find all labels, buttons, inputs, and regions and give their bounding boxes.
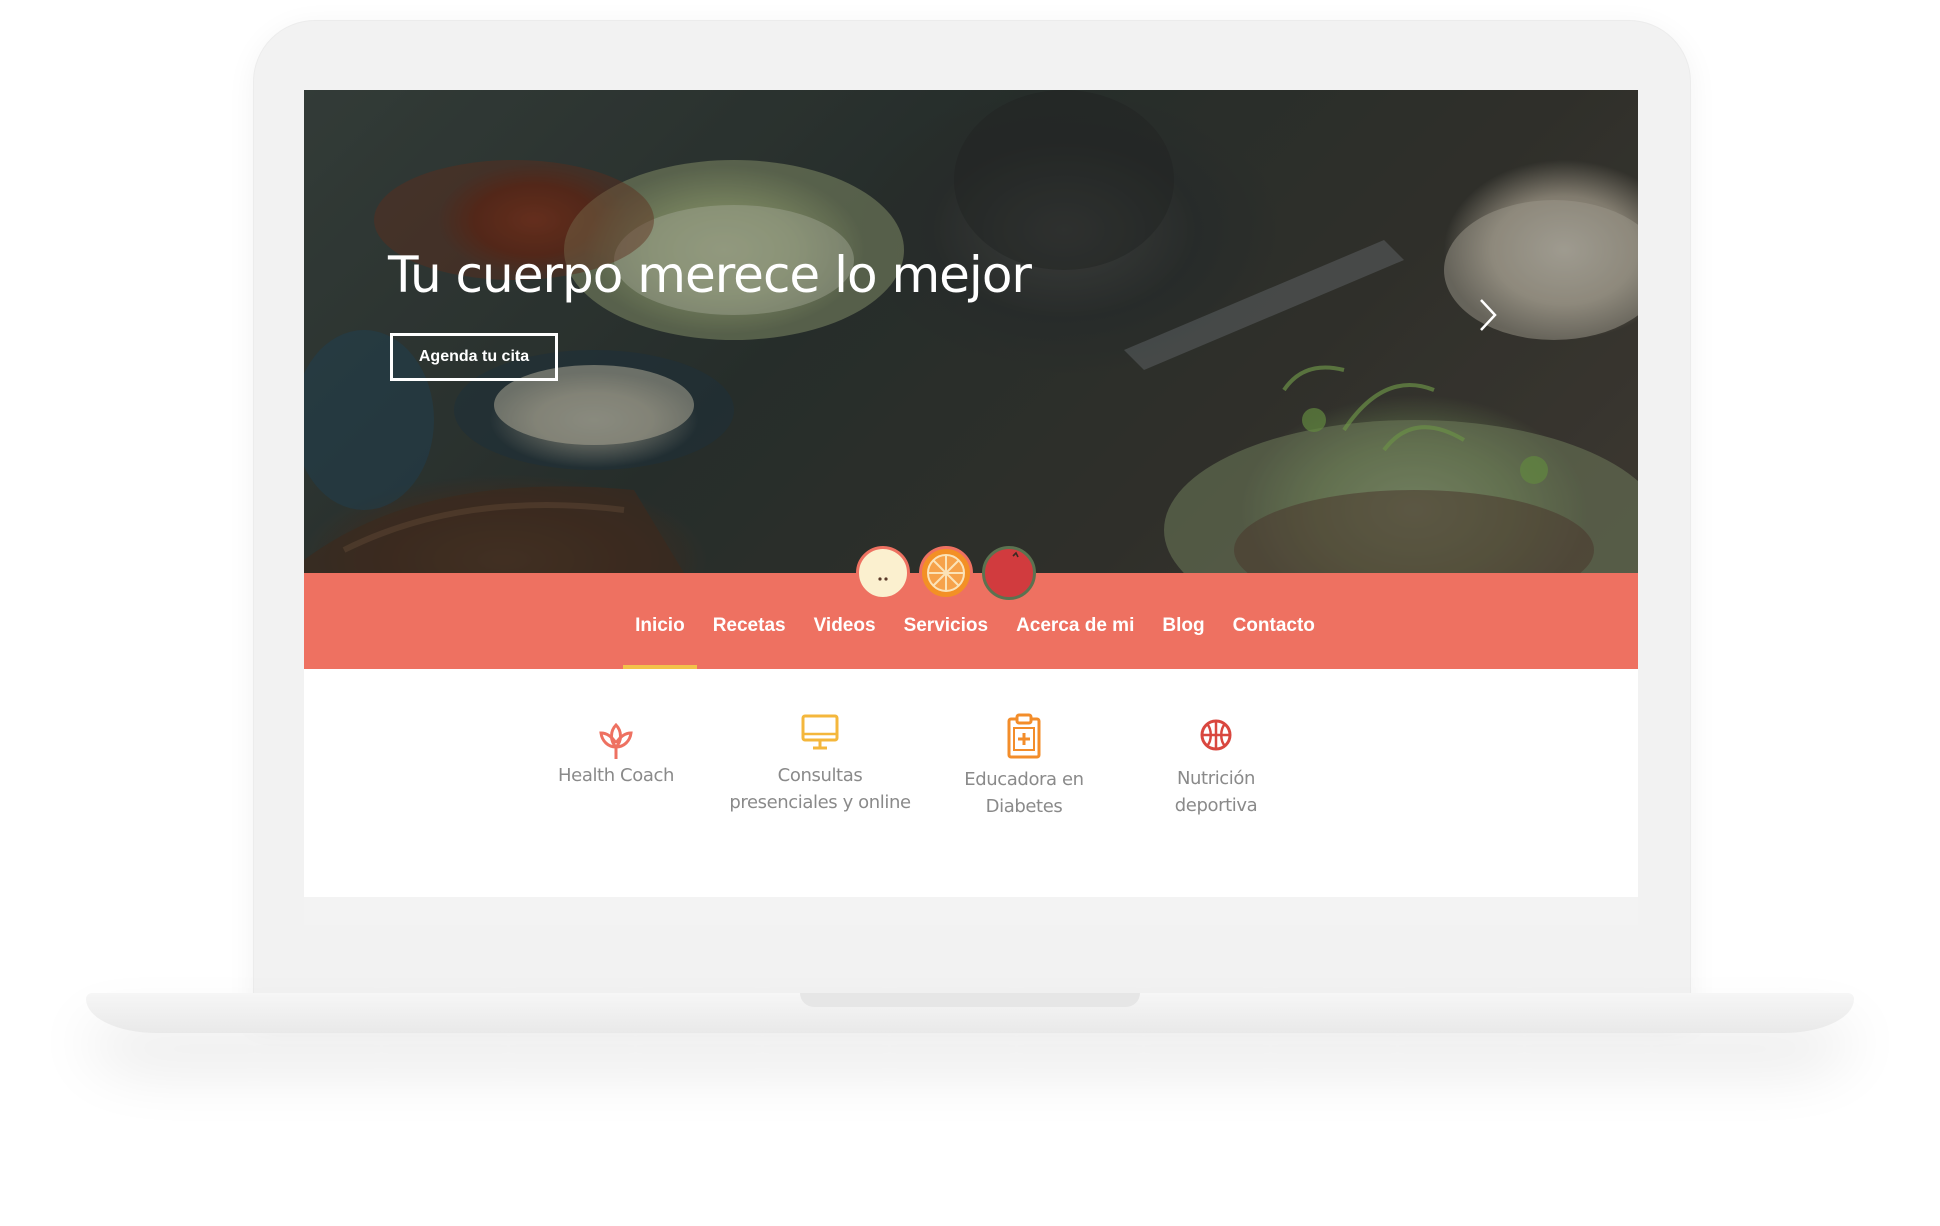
service-label-line2: Diabetes — [985, 796, 1063, 817]
orange-icon — [919, 546, 973, 600]
nav-item-blog[interactable]: Blog — [1148, 573, 1218, 669]
services-section: Health Coach Consultas presenciales y on… — [304, 669, 1638, 897]
chevron-right-icon[interactable] — [1470, 290, 1506, 340]
book-appointment-button[interactable]: Agenda tu cita — [390, 333, 558, 381]
basketball-icon — [1196, 713, 1236, 757]
monitor-icon — [800, 710, 840, 754]
website-screen: Tu cuerpo merece lo mejor Agenda tu cita — [304, 90, 1638, 925]
hero-title: Tu cuerpo merece lo mejor — [388, 246, 1032, 304]
clipboard-medical-icon — [1004, 713, 1044, 759]
lotus-icon — [596, 719, 636, 763]
nav-menu: Inicio Recetas Videos Servicios Acerca d… — [304, 573, 1638, 669]
hero-banner: Tu cuerpo merece lo mejor Agenda tu cita — [304, 90, 1638, 573]
service-label-line1: Educadora en — [964, 769, 1084, 790]
laptop-mockup: Tu cuerpo merece lo mejor Agenda tu cita — [0, 0, 1940, 1226]
service-label-line2: presenciales y online — [729, 792, 911, 813]
service-label-line1: Consultas — [777, 765, 863, 786]
service-label-line1: Health Coach — [558, 765, 674, 786]
service-label-line2: deportiva — [1174, 795, 1258, 816]
hero-overlay — [304, 90, 1638, 573]
service-label-line1: Nutrición — [1176, 768, 1256, 789]
pomegranate-icon — [982, 546, 1036, 600]
nav-item-contacto[interactable]: Contacto — [1219, 573, 1329, 669]
apple-icon — [856, 546, 910, 600]
page-footer-strip — [304, 897, 1638, 925]
main-navigation: Inicio Recetas Videos Servicios Acerca d… — [304, 573, 1638, 669]
laptop-notch — [800, 993, 1140, 1007]
nav-item-inicio[interactable]: Inicio — [621, 573, 699, 669]
nav-item-recetas[interactable]: Recetas — [699, 573, 800, 669]
